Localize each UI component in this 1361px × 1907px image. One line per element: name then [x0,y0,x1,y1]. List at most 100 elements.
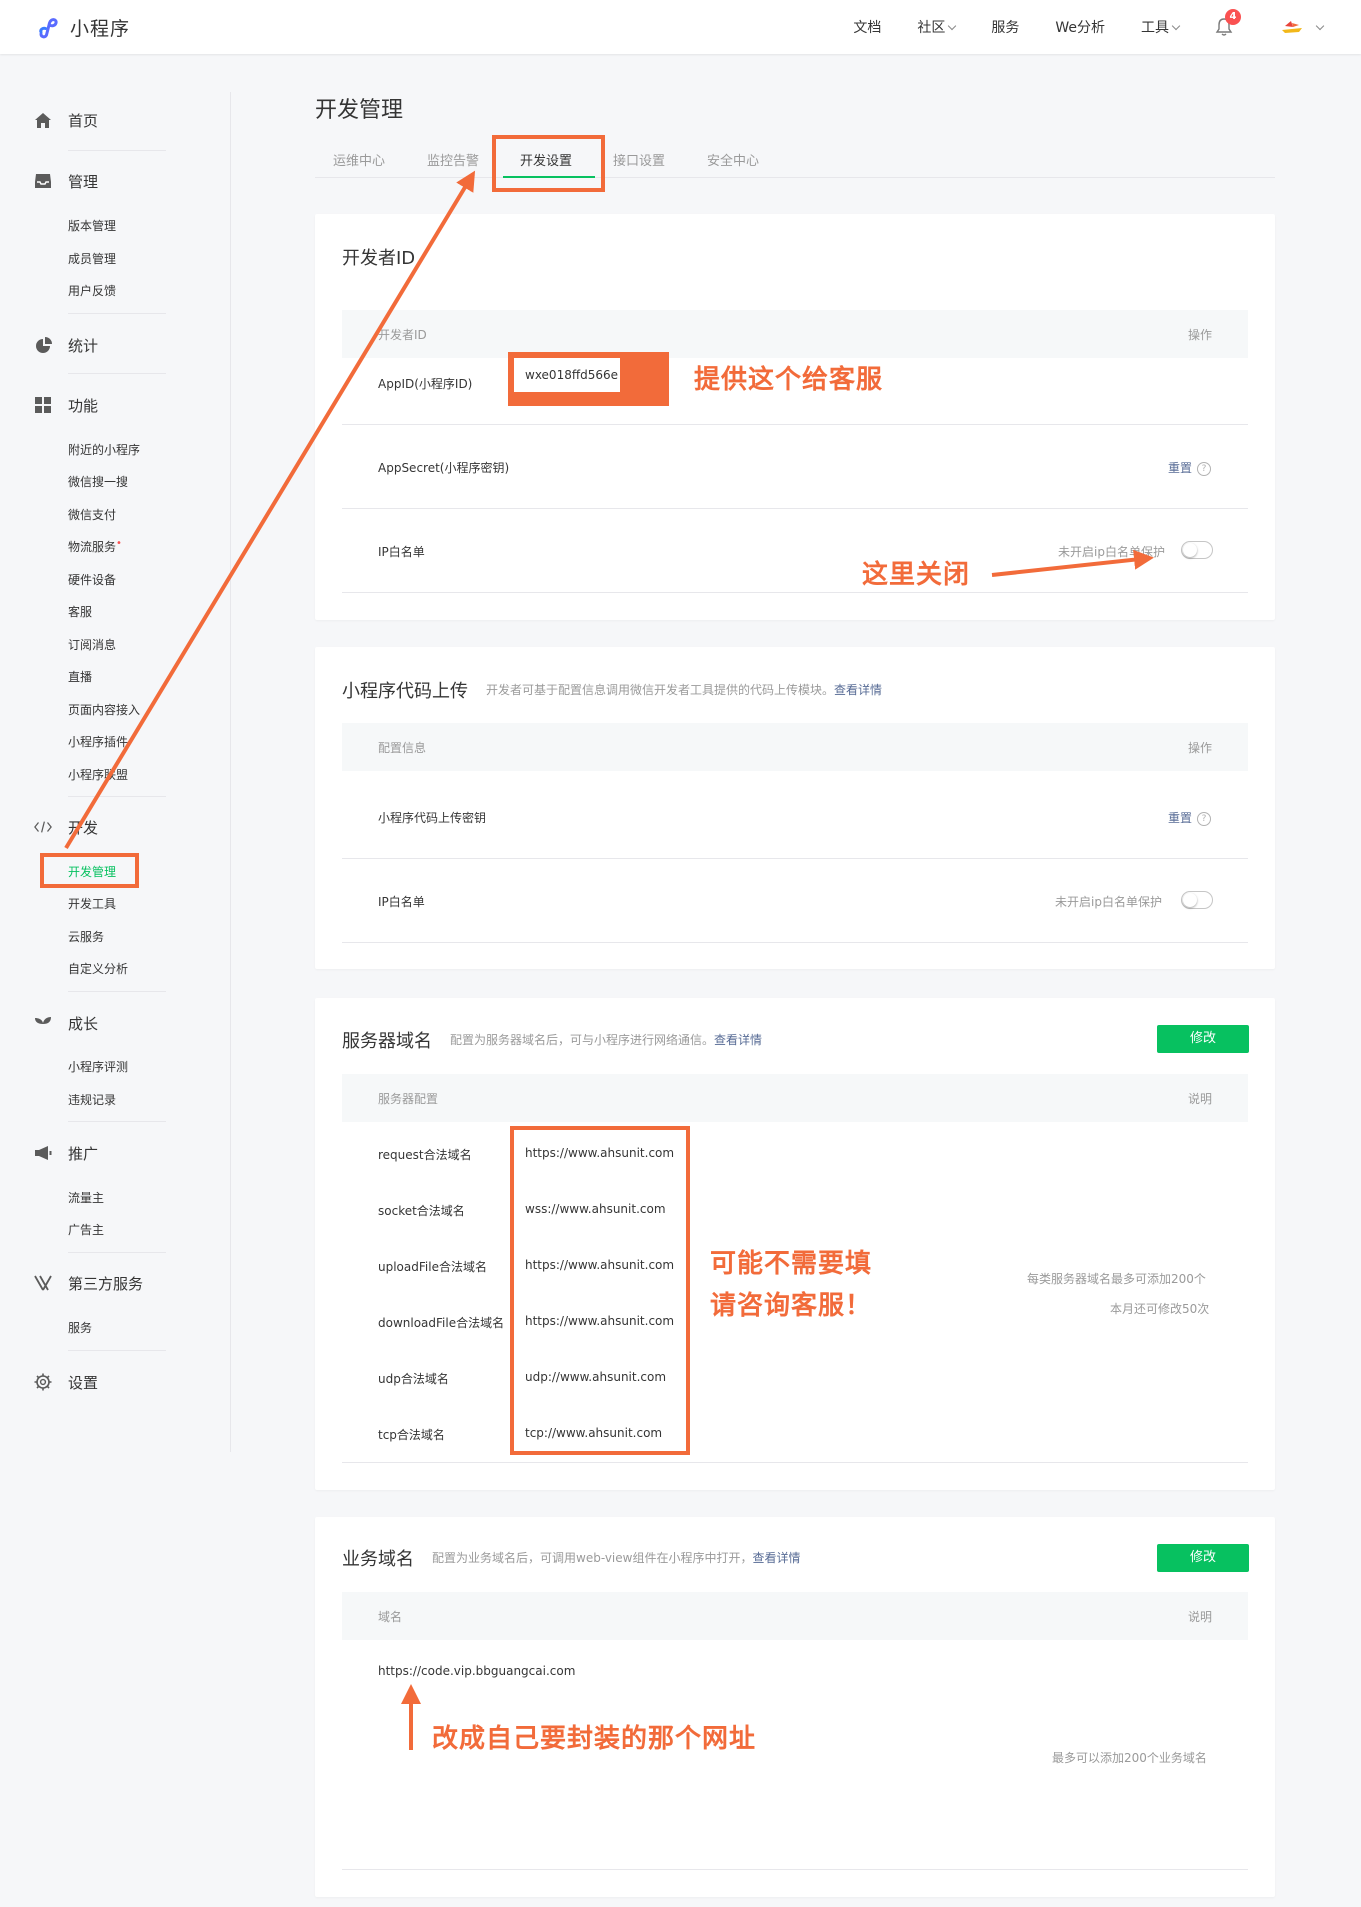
sidebar-separator [68,150,166,151]
sidebar-item-members[interactable]: 成员管理 [68,250,116,267]
nav-services[interactable]: 服务 [991,17,1019,37]
sidebar-item-content-access[interactable]: 页面内容接入 [68,701,140,718]
sidebar-separator [68,991,166,992]
server-domain-details-link[interactable]: 查看详情 [714,1033,762,1047]
sidebar-item-third-party[interactable]: 第三方服务 [34,1271,166,1295]
sidebar-item-subscribe[interactable]: 订阅消息 [68,636,116,653]
code-upload-desc-text: 开发者可基于配置信息调用微信开发者工具提供的代码上传模块。 [486,683,835,697]
nav-tools-label: 工具 [1141,20,1169,36]
upload-key-reset-link[interactable]: 重置 [1168,811,1192,825]
developer-id-title: 开发者ID [342,248,416,269]
notification-button[interactable]: 4 [1215,9,1241,37]
appsecret-reset: 重置? [1168,459,1212,476]
sidebar-item-publisher[interactable]: 流量主 [68,1189,104,1206]
sidebar-item-promote[interactable]: 推广 [34,1141,166,1165]
nav-we-analysis[interactable]: We分析 [1055,17,1105,37]
sidebar-label-promote: 推广 [68,1144,99,1163]
sidebar-separator [68,373,166,374]
sidebar-label-features: 功能 [68,396,99,415]
sidebar-item-union[interactable]: 小程序联盟 [68,766,128,783]
header-notes: 说明 [1187,1610,1212,1624]
tab-security[interactable]: 安全中心 [707,150,759,169]
business-domain-edit-button[interactable]: 修改 [1157,1544,1249,1572]
server-domain-limit-note: 每类服务器域名最多可添加200个 [1027,1272,1206,1286]
appid-annotation: 提供这个给客服 [694,365,884,395]
tab-ops[interactable]: 运维中心 [333,150,385,169]
sidebar-item-plugins[interactable]: 小程序插件 [68,733,128,750]
upload-key-reset: 重置? [1168,809,1212,826]
inbox-icon [34,172,52,190]
sidebar-item-hardware[interactable]: 硬件设备 [68,571,116,588]
row-divider [342,424,1248,425]
help-icon[interactable]: ? [1197,811,1212,826]
sidebar-item-custom-analysis[interactable]: 自定义分析 [68,960,128,977]
sidebar-item-dev[interactable]: 开发 [34,815,166,839]
avatar[interactable] [1279,14,1305,40]
appid-value[interactable]: wxe018ffd566e [514,358,620,392]
sidebar-item-settings[interactable]: 设置 [34,1370,166,1394]
sidebar-item-feedback[interactable]: 用户反馈 [68,282,116,299]
nav-tools[interactable]: 工具 [1141,17,1181,37]
nav-community[interactable]: 社区 [917,17,957,37]
business-domain-value: https://code.vip.bbguangcai.com [378,1664,576,1678]
business-domain-title: 业务域名 [342,1549,414,1570]
sidebar-label-dev: 开发 [68,818,99,837]
appid-label: AppID(小程序ID) [378,377,473,391]
row-divider [342,1869,1248,1870]
sidebar-item-home[interactable]: 首页 [34,108,166,132]
sidebar-item-wechat-pay[interactable]: 微信支付 [68,506,116,523]
header-notes: 说明 [1187,1092,1212,1106]
sidebar-label-growth: 成长 [68,1014,99,1033]
sidebar-item-stats[interactable]: 统计 [34,333,166,357]
sidebar-item-manage[interactable]: 管理 [34,169,166,193]
sidebar-item-live[interactable]: 直播 [68,668,92,685]
tcp-domain-label: tcp合法域名 [378,1428,445,1442]
code-upload-desc: 开发者可基于配置信息调用微信开发者工具提供的代码上传模块。查看详情 [486,681,882,698]
tab-api-settings[interactable]: 接口设置 [613,150,665,169]
sidebar-item-version[interactable]: 版本管理 [68,217,116,234]
upload-domain-label: uploadFile合法域名 [378,1260,487,1274]
sidebar-item-growth[interactable]: 成长 [34,1011,166,1035]
sprout-icon [34,1014,52,1032]
sidebar-label-home: 首页 [68,111,99,130]
nav-docs[interactable]: 文档 [853,17,881,37]
upload-ip-toggle[interactable] [1181,891,1213,909]
ip-whitelist-toggle[interactable] [1181,541,1213,559]
sidebar-item-violations[interactable]: 违规记录 [68,1091,116,1108]
business-domain-desc-text: 配置为业务域名后，可调用web-view组件在小程序中打开， [432,1551,753,1565]
sidebar-item-tp-service[interactable]: 服务 [68,1319,92,1336]
sidebar-item-wechat-search[interactable]: 微信搜一搜 [68,473,128,490]
chevron-down-icon[interactable] [1315,21,1325,30]
server-domain-title: 服务器域名 [342,1031,432,1052]
server-annotation-line1: 可能不需要填 [710,1249,873,1279]
table-header: 配置信息 操作 [342,723,1248,771]
appsecret-label: AppSecret(小程序密钥) [378,461,510,475]
sidebar-item-logistics[interactable]: 物流服务• [68,538,122,555]
sidebar-item-nearby[interactable]: 附近的小程序 [68,441,140,458]
sidebar-item-review[interactable]: 小程序评测 [68,1058,128,1075]
code-upload-card: 小程序代码上传 开发者可基于配置信息调用微信开发者工具提供的代码上传模块。查看详… [315,647,1275,969]
code-upload-details-link[interactable]: 查看详情 [834,683,882,697]
appsecret-reset-link[interactable]: 重置 [1168,461,1192,475]
sidebar-item-customer-service[interactable]: 客服 [68,603,92,620]
header-domain: 域名 [378,1610,403,1624]
mini-program-logo-icon [35,14,61,40]
ip-whitelist-status: 未开启ip白名单保护 [1058,545,1165,559]
row-divider [342,858,1248,859]
ip-close-annotation: 这里关闭 [862,560,971,590]
business-domain-details-link[interactable]: 查看详情 [752,1551,800,1565]
sidebar-item-dev-tools[interactable]: 开发工具 [68,895,116,912]
udp-domain-label: udp合法域名 [378,1372,449,1386]
new-dot-icon: • [116,538,122,549]
home-icon [34,111,52,129]
top-nav: 文档 社区 服务 We分析 工具 4 [853,0,1361,54]
sidebar-item-advertiser[interactable]: 广告主 [68,1221,104,1238]
help-icon[interactable]: ? [1197,461,1212,476]
sidebar-item-cloud[interactable]: 云服务 [68,928,104,945]
server-domain-edit-button[interactable]: 修改 [1157,1025,1249,1053]
sidebar-item-features[interactable]: 功能 [34,393,166,417]
logo[interactable]: 小程序 [34,13,130,41]
chevron-down-icon [1171,21,1181,30]
notification-badge: 4 [1225,9,1241,25]
tab-monitoring[interactable]: 监控告警 [427,150,479,169]
